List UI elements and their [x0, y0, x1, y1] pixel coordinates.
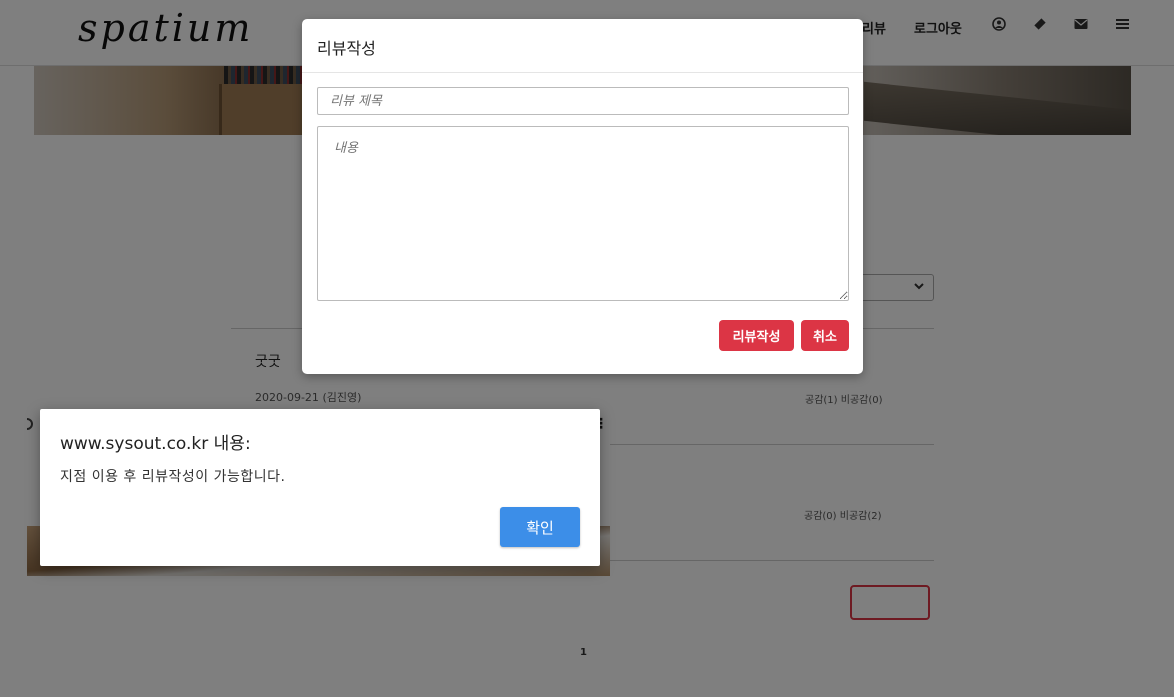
- review-write-modal: 리뷰작성 리뷰작성 취소: [302, 19, 863, 374]
- modal-header: 리뷰작성: [302, 19, 863, 73]
- modal-title: 리뷰작성: [317, 39, 376, 58]
- alert-message: 지점 이용 후 리뷰작성이 가능합니다.: [60, 469, 286, 485]
- cancel-button[interactable]: 취소: [801, 320, 849, 351]
- alert-ok-button[interactable]: 확인: [500, 507, 580, 547]
- alert-dialog: www.sysout.co.kr 내용: 지점 이용 후 리뷰작성이 가능합니다…: [40, 409, 600, 566]
- alert-title: www.sysout.co.kr 내용:: [60, 434, 251, 454]
- review-content-textarea[interactable]: [317, 126, 849, 301]
- review-title-input[interactable]: [317, 87, 849, 115]
- submit-review-button[interactable]: 리뷰작성: [719, 320, 794, 351]
